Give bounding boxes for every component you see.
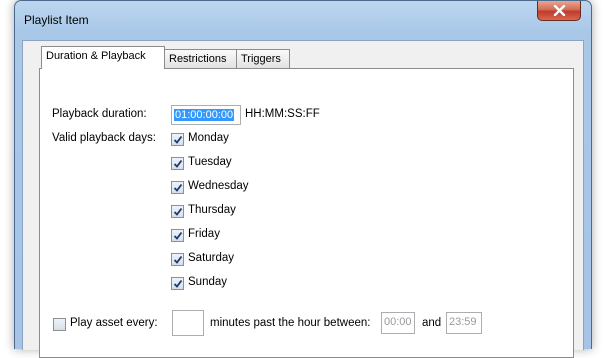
close-icon bbox=[553, 5, 566, 16]
monday-label: Monday bbox=[188, 132, 229, 144]
valid-days-label: Valid playback days: bbox=[52, 132, 156, 144]
saturday-label: Saturday bbox=[188, 252, 235, 264]
minutes-input[interactable] bbox=[172, 310, 204, 336]
play-asset-every-label: Play asset every: bbox=[70, 317, 158, 329]
play-asset-every-checkbox[interactable] bbox=[53, 318, 66, 331]
dialog-client-area: Duration & Playback Restrictions Trigger… bbox=[22, 40, 584, 358]
playback-duration-label: Playback duration: bbox=[52, 108, 147, 120]
wednesday-label: Wednesday bbox=[188, 180, 249, 192]
start-time-input[interactable]: 00:00 bbox=[381, 312, 415, 334]
friday-label: Friday bbox=[188, 228, 220, 240]
tuesday-label: Tuesday bbox=[188, 156, 232, 168]
tuesday-checkbox[interactable] bbox=[171, 157, 184, 170]
close-button[interactable] bbox=[537, 1, 581, 21]
friday-checkbox[interactable] bbox=[171, 229, 184, 242]
check-icon bbox=[173, 183, 183, 192]
sunday-label: Sunday bbox=[188, 276, 228, 288]
check-icon bbox=[173, 135, 183, 144]
monday-checkbox[interactable] bbox=[171, 133, 184, 146]
window-title: Playlist Item bbox=[24, 13, 89, 27]
check-icon bbox=[173, 231, 183, 240]
minutes-past-hour-label: minutes past the hour between: bbox=[210, 317, 371, 329]
end-time-input[interactable]: 23:59 bbox=[446, 312, 482, 334]
playback-duration-input[interactable]: 01:00:00:00 bbox=[171, 105, 241, 125]
tab-triggers[interactable]: Triggers bbox=[236, 49, 290, 68]
playlist-item-window: Playlist Item Duration & Playback Restri… bbox=[14, 0, 592, 358]
check-icon bbox=[173, 207, 183, 216]
thursday-checkbox[interactable] bbox=[171, 205, 184, 218]
tab-restrictions[interactable]: Restrictions bbox=[164, 49, 237, 68]
check-icon bbox=[173, 255, 183, 264]
playback-duration-value: 01:00:00:00 bbox=[174, 109, 235, 121]
duration-playback-panel: Playback duration: 01:00:00:00 HH:MM:SS:… bbox=[39, 68, 574, 358]
check-icon bbox=[173, 159, 183, 168]
and-label: and bbox=[422, 317, 442, 329]
thursday-label: Thursday bbox=[188, 204, 236, 216]
duration-format-label: HH:MM:SS:FF bbox=[245, 108, 320, 120]
wednesday-checkbox[interactable] bbox=[171, 181, 184, 194]
tab-duration-playback[interactable]: Duration & Playback bbox=[41, 46, 165, 69]
sunday-checkbox[interactable] bbox=[171, 277, 184, 290]
check-icon bbox=[173, 279, 183, 288]
saturday-checkbox[interactable] bbox=[171, 253, 184, 266]
